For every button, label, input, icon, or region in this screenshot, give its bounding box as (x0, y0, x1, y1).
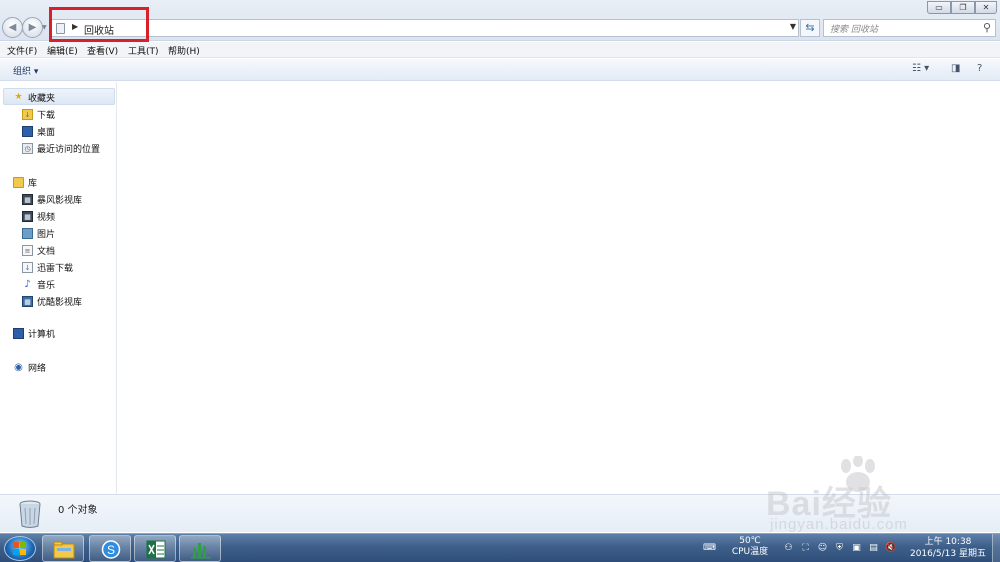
search-placeholder: 搜索 回收站 (830, 25, 878, 35)
system-tray: ⌨ 50℃ CPU温度 ⚇ ⛶ ☺ ⛨ ▣ ▤ 🔇 上午 10:38 2016/… (693, 534, 1000, 562)
recent-pages-dropdown-icon[interactable]: ▼ (42, 24, 47, 31)
nav-network[interactable]: ◉ 网络 (13, 361, 46, 375)
network-icon: ◉ (14, 362, 23, 373)
keyboard-icon[interactable]: ⌨ (703, 543, 716, 554)
volume-muted-icon[interactable]: 🔇 (885, 543, 896, 554)
refresh-icon: ⇆ (805, 21, 815, 34)
desktop-icon (22, 126, 33, 137)
address-bar[interactable]: ▶ 回收站 ▼ (50, 19, 799, 37)
nav-item-desktop[interactable]: 桌面 (22, 125, 55, 139)
item-count-status: 0 个对象 (58, 505, 98, 516)
document-icon: ≡ (22, 245, 33, 256)
music-icon: ♪ (24, 279, 31, 290)
nav-computer[interactable]: 计算机 (13, 327, 55, 341)
cpu-temp-label: CPU温度 (731, 547, 769, 557)
chart-icon (191, 543, 211, 559)
organize-button[interactable]: 组织 ▾ (13, 64, 38, 77)
recent-places-icon: ◷ (22, 143, 33, 154)
show-desktop-button[interactable] (992, 534, 1000, 562)
video-library-icon: ▦ (22, 296, 33, 307)
menu-bar: 文件(F) 编辑(E) 查看(V) 工具(T) 帮助(H) (0, 42, 1000, 58)
forward-button[interactable]: ▶ (22, 17, 43, 38)
maximize-button[interactable]: ❐ (951, 1, 975, 14)
start-button[interactable] (4, 536, 36, 561)
view-options-icon[interactable]: ☷ ▾ (912, 63, 929, 77)
forward-arrow-icon: ▶ (28, 22, 37, 33)
nav-libraries[interactable]: 库 (13, 176, 37, 190)
file-list-area[interactable] (118, 82, 1000, 494)
cpu-temp-value: 50℃ (739, 536, 761, 546)
user-icon[interactable]: ⚇ (783, 543, 794, 554)
refresh-button[interactable]: ⇆ (800, 19, 820, 37)
nav-favorites[interactable]: ★ 收藏夹 (13, 91, 55, 105)
address-dropdown-icon[interactable]: ▼ (790, 22, 796, 31)
menu-view[interactable]: 查看(V) (87, 44, 118, 57)
picture-icon (22, 228, 33, 239)
title-bar: ◀ ▶ ▼ ▶ 回收站 ▼ ⇆ 搜索 回收站 ⚲ ▭ ❐ ✕ (0, 0, 1000, 41)
clock-time: 上午 10:38 (924, 537, 972, 547)
menu-edit[interactable]: 编辑(E) (47, 44, 78, 57)
nav-item-pictures[interactable]: 图片 (22, 227, 55, 241)
network-status-icon[interactable]: ▤ (868, 543, 879, 554)
menu-tools[interactable]: 工具(T) (128, 44, 159, 57)
menu-file[interactable]: 文件(F) (7, 44, 37, 57)
download-folder-icon: ↓ (22, 109, 33, 120)
qq-icon[interactable]: ☺ (817, 543, 828, 554)
back-arrow-icon: ◀ (8, 22, 17, 33)
nav-item-documents[interactable]: ≡ 文档 (22, 244, 55, 258)
video-icon: ▦ (22, 211, 33, 222)
nav-item-music[interactable]: ♪ 音乐 (22, 278, 55, 292)
taskbar-explorer[interactable] (42, 535, 84, 562)
nav-item-youku-library[interactable]: ▦ 优酷影视库 (22, 295, 82, 309)
watermark-url: jingyan.baidu.com (770, 516, 908, 533)
annotation-highlight-box (49, 7, 149, 42)
nav-item-baofeng-library[interactable]: ▦ 暴风影视库 (22, 193, 82, 207)
baidu-watermark: Bai经验 jingyan.baidu.com (766, 456, 966, 538)
browser-icon: S (101, 540, 121, 559)
taskbar-excel[interactable] (134, 535, 176, 562)
clock-date: 2016/5/13 星期五 (909, 549, 986, 559)
taskbar-sogou-browser[interactable]: S (89, 535, 131, 562)
star-icon: ★ (14, 92, 23, 102)
search-icon[interactable]: ⚲ (983, 21, 991, 34)
help-icon[interactable]: ? (977, 63, 982, 77)
preview-pane-icon[interactable]: ◨ (951, 63, 960, 77)
spreadsheet-icon (146, 540, 166, 559)
nav-item-downloads[interactable]: ↓ 下载 (22, 108, 55, 122)
cpu-temperature: 50℃ CPU温度 (729, 536, 771, 558)
download-icon: ↓ (22, 262, 33, 273)
video-library-icon: ▦ (22, 194, 33, 205)
computer-icon (13, 328, 24, 339)
library-folder-icon (13, 177, 24, 188)
windows-logo-icon (13, 542, 26, 555)
taskbar: S ⌨ 50℃ CPU温度 ⚇ ⛶ ☺ ⛨ ▣ ▤ 🔇 上午 10:38 201… (0, 533, 1000, 562)
app-tray-icon[interactable]: ▣ (851, 543, 862, 554)
menu-help[interactable]: 帮助(H) (168, 44, 200, 57)
back-button[interactable]: ◀ (2, 17, 23, 38)
search-input[interactable]: 搜索 回收站 ⚲ (823, 19, 996, 37)
security-icon[interactable]: ⛨ (834, 543, 845, 554)
nav-item-xunlei-downloads[interactable]: ↓ 迅雷下载 (22, 261, 73, 275)
screenshot-icon[interactable]: ⛶ (800, 543, 811, 554)
nav-item-videos[interactable]: ▦ 视频 (22, 210, 55, 224)
command-toolbar: 组织 ▾ ☷ ▾ ◨ ? (0, 59, 1000, 81)
navigation-pane: ★ 收藏夹 ↓ 下载 桌面 ◷ 最近访问的位置 库 ▦ 暴风影视库 ▦ 视频 图片 ≡ 文档… (0, 82, 117, 494)
close-button[interactable]: ✕ (975, 1, 997, 14)
recycle-bin-icon (19, 500, 41, 528)
folder-icon (53, 541, 75, 559)
minimize-button[interactable]: ▭ (927, 1, 951, 14)
nav-item-recent-places[interactable]: ◷ 最近访问的位置 (22, 142, 100, 156)
taskbar-chart-app[interactable] (179, 535, 221, 562)
system-clock[interactable]: 上午 10:38 2016/5/13 星期五 (908, 536, 988, 560)
svg-text:S: S (107, 543, 115, 557)
